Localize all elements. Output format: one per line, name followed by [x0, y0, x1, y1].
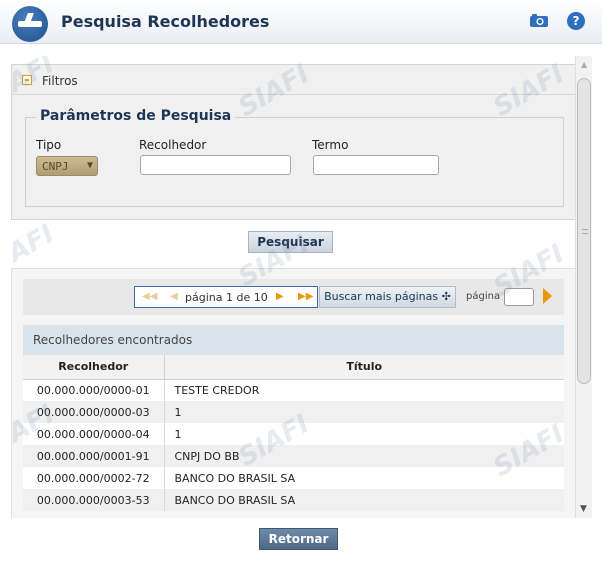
- cell-titulo: BANCO DO BRASIL SA: [164, 489, 564, 511]
- plus-icon: ✣: [441, 290, 451, 303]
- camera-icon[interactable]: [529, 13, 549, 28]
- pagina-label: página: [466, 291, 501, 302]
- last-page-icon[interactable]: ▶▶: [298, 291, 313, 302]
- pager-bar: ◀◀ ◀ página 1 de 10 ▶ ▶▶ Buscar mais pág…: [23, 279, 564, 315]
- results-title: Recolhedores encontrados: [23, 325, 564, 355]
- go-page-icon[interactable]: [543, 288, 552, 304]
- cell-titulo: BANCO DO BRASIL SA: [164, 467, 564, 489]
- help-icon[interactable]: ?: [567, 12, 585, 30]
- prev-page-icon[interactable]: ◀: [170, 291, 178, 302]
- search-params-fieldset: Parâmetros de Pesquisa Tipo CNPJ ▼ Recol…: [25, 108, 564, 207]
- results-table: Recolhedor Título 00.000.000/0000-01 TES…: [23, 355, 564, 511]
- tipo-select[interactable]: CNPJ ▼: [36, 156, 98, 176]
- vertical-scrollbar[interactable]: ▲ ▼: [575, 56, 592, 518]
- cell-recolhedor: 00.000.000/0003-53: [23, 489, 165, 511]
- scroll-down-icon[interactable]: ▼: [580, 504, 587, 514]
- page-number-input[interactable]: [504, 288, 534, 306]
- cell-recolhedor: 00.000.000/0000-04: [23, 423, 165, 445]
- siafi-logo-icon: [12, 6, 48, 42]
- col-titulo[interactable]: Título: [164, 355, 564, 380]
- termo-label: Termo: [312, 138, 349, 152]
- tipo-label: Tipo: [36, 138, 62, 152]
- table-row[interactable]: 00.000.000/0000-04 1: [23, 423, 564, 445]
- results-panel: ◀◀ ◀ página 1 de 10 ▶ ▶▶ Buscar mais pág…: [11, 268, 576, 518]
- cell-recolhedor: 00.000.000/0002-72: [23, 467, 165, 489]
- header-bar: Pesquisa Recolhedores ?: [0, 0, 602, 44]
- recolhedor-input[interactable]: [140, 155, 291, 175]
- scroll-up-icon[interactable]: ▲: [581, 60, 587, 69]
- scrollbar-thumb[interactable]: [577, 78, 591, 384]
- first-page-icon[interactable]: ◀◀: [142, 291, 157, 302]
- grip-icon: [582, 229, 588, 234]
- table-row[interactable]: 00.000.000/0001-91 CNPJ DO BB: [23, 445, 564, 467]
- filter-label: Filtros: [42, 74, 78, 88]
- pager: ◀◀ ◀ página 1 de 10 ▶ ▶▶: [134, 286, 318, 308]
- cell-titulo: CNPJ DO BB: [164, 445, 564, 467]
- tipo-select-value: CNPJ: [42, 160, 69, 173]
- collapse-icon[interactable]: [22, 75, 32, 85]
- chevron-down-icon: ▼: [86, 160, 93, 171]
- content-area: Filtros Parâmetros de Pesquisa Tipo CNPJ…: [11, 56, 591, 518]
- cell-titulo: 1: [164, 401, 564, 423]
- next-page-icon[interactable]: ▶: [276, 291, 284, 302]
- pager-text: página 1 de 10: [185, 291, 268, 304]
- filter-header[interactable]: Filtros: [12, 65, 575, 95]
- termo-input[interactable]: [313, 155, 439, 175]
- table-row[interactable]: 00.000.000/0002-72 BANCO DO BRASIL SA: [23, 467, 564, 489]
- filter-panel: Filtros Parâmetros de Pesquisa Tipo CNPJ…: [11, 64, 576, 220]
- return-button[interactable]: Retornar: [259, 528, 338, 550]
- buscar-mais-button[interactable]: Buscar mais páginas ✣: [319, 286, 456, 308]
- search-button[interactable]: Pesquisar: [248, 231, 333, 253]
- page-title: Pesquisa Recolhedores: [61, 12, 270, 31]
- cell-recolhedor: 00.000.000/0001-91: [23, 445, 165, 467]
- table-row[interactable]: 00.000.000/0000-01 TESTE CREDOR: [23, 379, 564, 401]
- table-row[interactable]: 00.000.000/0000-03 1: [23, 401, 564, 423]
- table-row[interactable]: 00.000.000/0003-53 BANCO DO BRASIL SA: [23, 489, 564, 511]
- fieldset-legend: Parâmetros de Pesquisa: [36, 108, 236, 124]
- cell-titulo: TESTE CREDOR: [164, 379, 564, 401]
- cell-recolhedor: 00.000.000/0000-03: [23, 401, 165, 423]
- recolhedor-label: Recolhedor: [139, 138, 207, 152]
- col-recolhedor[interactable]: Recolhedor: [23, 355, 165, 380]
- buscar-mais-label: Buscar mais páginas: [324, 290, 439, 303]
- cell-titulo: 1: [164, 423, 564, 445]
- table-header-row: Recolhedor Título: [23, 355, 564, 380]
- cell-recolhedor: 00.000.000/0000-01: [23, 379, 165, 401]
